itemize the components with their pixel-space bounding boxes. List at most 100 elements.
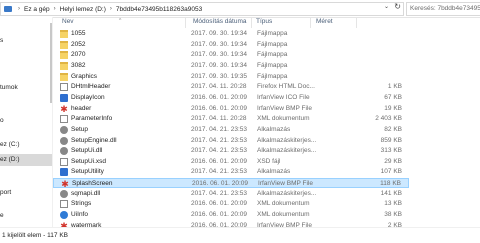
file-type: Alkalmazás	[257, 168, 291, 176]
file-date: 2017. 09. 30. 19:34	[191, 30, 248, 37]
search-input[interactable]: Keresés: 7bddb4e73495b118263a9053	[406, 2, 480, 16]
file-type: Alkalmazáskiterjes...	[257, 136, 317, 144]
file-size: 2 403 KB	[375, 115, 402, 123]
file-row[interactable]: Setup 2017. 04. 21. 23:53 Alkalmazás 82 KB	[53, 125, 409, 135]
file-size: 82 KB	[384, 125, 402, 133]
file-date: 2017. 04. 21. 23:53	[191, 136, 248, 144]
file-date: 2017. 04. 21. 23:53	[191, 189, 248, 197]
column-header-name[interactable]: Nev	[62, 18, 74, 25]
status-bar: 1 kijelölt elem - 117 KB	[0, 227, 480, 243]
nav-item-documents[interactable]: tumok	[0, 82, 52, 94]
nav-item-drive-d[interactable]: ez (D:)	[0, 154, 52, 166]
file-name: SetupUtility	[71, 168, 104, 176]
file-row[interactable]: SetupUi.xsd 2016. 06. 01. 20:09 XSD fájl 29…	[53, 157, 409, 167]
file-size: 13 KB	[384, 200, 402, 208]
chevron-down-icon[interactable]: ⌄	[384, 3, 389, 10]
file-row[interactable]: DisplayIcon 2016. 06. 01. 20:09 IrfanView …	[53, 93, 409, 103]
document-icon	[60, 115, 68, 124]
file-type: Fájlmappa	[257, 40, 288, 48]
file-list: ^ Nev Módosítás dátuma Típus Méret 1055 2…	[53, 17, 480, 229]
gear-icon	[60, 125, 68, 134]
refresh-icon[interactable]: ↻	[394, 2, 401, 11]
file-row[interactable]: ParameterInfo 2017. 04. 11. 20:28 XML doku…	[53, 114, 409, 124]
file-row[interactable]: 1055 2017. 09. 30. 19:34 Fájlmappa	[53, 29, 409, 39]
file-type: IrfanView ICO File	[257, 93, 310, 101]
folder-icon	[60, 61, 68, 70]
file-row[interactable]: SetupEngine.dll 2017. 04. 21. 23:53 Alkalm…	[53, 136, 409, 146]
navigation-pane: s tumok o ez (C:) ez (D:) port e	[0, 17, 53, 227]
folder-icon	[60, 72, 68, 81]
file-row[interactable]: Strings 2016. 06. 01. 20:09 XML dokumentum…	[53, 199, 409, 209]
file-name: ParameterInfo	[71, 115, 113, 123]
application-icon	[60, 93, 68, 102]
file-row[interactable]: SetupUi.dll 2017. 04. 21. 23:53 Alkalmazás…	[53, 146, 409, 156]
column-divider[interactable]	[356, 17, 357, 28]
column-divider[interactable]	[310, 17, 311, 28]
breadcrumb-drive-d[interactable]: Helyi lemez (D:)	[59, 6, 107, 13]
file-row[interactable]: 2070 2017. 09. 30. 19:34 Fájlmappa	[53, 50, 409, 60]
file-row[interactable]: 2052 2017. 09. 30. 19:34 Fájlmappa	[53, 40, 409, 50]
file-type: Alkalmazás	[257, 125, 291, 133]
file-name: UiInfo	[71, 211, 88, 219]
file-row[interactable]: SetupUtility 2017. 04. 21. 23:53 Alkalmazá…	[53, 167, 409, 177]
file-date: 2017. 04. 11. 20:28	[191, 83, 247, 91]
nav-item[interactable]: e	[0, 210, 52, 222]
chevron-right-icon[interactable]: ›	[107, 6, 115, 12]
nav-scrollbar[interactable]	[50, 23, 52, 103]
address-bar[interactable]: › Ez a gép › Helyi lemez (D:) › 7bddb4e7…	[0, 2, 404, 16]
file-type: Alkalmazáskiterjes...	[257, 147, 317, 155]
file-date: 2017. 09. 30. 19:34	[191, 51, 248, 59]
file-name: SetupEngine.dll	[71, 136, 117, 144]
file-date: 2017. 04. 21. 23:53	[191, 168, 248, 176]
file-type: XML dokumentum	[257, 200, 310, 208]
file-row[interactable]: Graphics 2017. 09. 30. 19:35 Fájlmappa	[53, 72, 409, 82]
nav-item[interactable]: s	[0, 35, 52, 47]
file-type: XML dokumentum	[257, 211, 310, 219]
breadcrumb-current-folder[interactable]: 7bddb4e73495b118263a9053	[115, 6, 203, 13]
file-type: Alkalmazáskiterjes...	[257, 189, 317, 197]
file-row[interactable]: SplashScreen 2016. 06. 01. 20:09 IrfanView…	[53, 178, 409, 189]
document-icon	[60, 157, 68, 166]
file-type: Fájlmappa	[257, 30, 288, 37]
file-type: Fájlmappa	[257, 61, 288, 69]
file-date: 2016. 06. 01. 20:09	[191, 211, 248, 219]
status-text: 1 kijelölt elem - 117 KB	[2, 232, 68, 239]
folder-icon	[60, 30, 68, 38]
file-size: 118 KB	[380, 180, 401, 188]
file-name: DHtmlHeader	[71, 83, 111, 91]
file-date: 2016. 06. 01. 20:09	[191, 93, 248, 101]
breadcrumb-this-pc[interactable]: Ez a gép	[23, 6, 51, 13]
address-row: › Ez a gép › Helyi lemez (D:) › 7bddb4e7…	[0, 0, 480, 18]
nav-item-drive-c[interactable]: ez (C:)	[0, 139, 52, 151]
column-divider[interactable]	[185, 17, 186, 28]
file-name: DisplayIcon	[71, 93, 105, 101]
info-icon	[60, 211, 68, 220]
gear-icon	[60, 189, 68, 198]
file-date: 2017. 09. 30. 19:35	[191, 72, 248, 80]
file-type: XML dokumentum	[257, 115, 310, 123]
column-divider[interactable]	[251, 17, 252, 28]
file-row[interactable]: UiInfo 2016. 06. 01. 20:09 XML dokumentum 3…	[53, 210, 409, 220]
file-size: 107 KB	[380, 168, 402, 176]
nav-item-export[interactable]: port	[0, 187, 52, 199]
file-row[interactable]: header 2016. 06. 01. 20:09 IrfanView BMP F…	[53, 104, 409, 114]
column-header-date[interactable]: Módosítás dátuma	[193, 18, 246, 25]
nav-item[interactable]: o	[0, 115, 52, 127]
folder-icon	[3, 5, 15, 13]
file-size: 1 KB	[387, 83, 402, 91]
column-header-type[interactable]: Típus	[256, 18, 272, 25]
file-row[interactable]: 3082 2017. 09. 30. 19:34 Fájlmappa	[53, 61, 409, 71]
nav-item[interactable]	[0, 19, 52, 31]
file-date: 2017. 04. 21. 23:53	[191, 147, 248, 155]
file-name: header	[71, 104, 92, 112]
gear-icon	[60, 147, 68, 156]
column-header-size[interactable]: Méret	[316, 18, 333, 25]
file-type: Firefox HTML Doc...	[257, 83, 315, 91]
file-row[interactable]: sqmapi.dll 2017. 04. 21. 23:53 Alkalmazásk…	[53, 189, 409, 199]
file-size: 67 KB	[384, 93, 402, 101]
file-name: Strings	[71, 200, 92, 208]
irfanview-icon	[60, 105, 68, 113]
file-row[interactable]: DHtmlHeader 2017. 04. 11. 20:28 Firefox HT…	[53, 82, 409, 92]
chevron-right-icon[interactable]: ›	[51, 6, 59, 12]
column-header-row: ^ Nev Módosítás dátuma Típus Méret	[53, 17, 480, 28]
